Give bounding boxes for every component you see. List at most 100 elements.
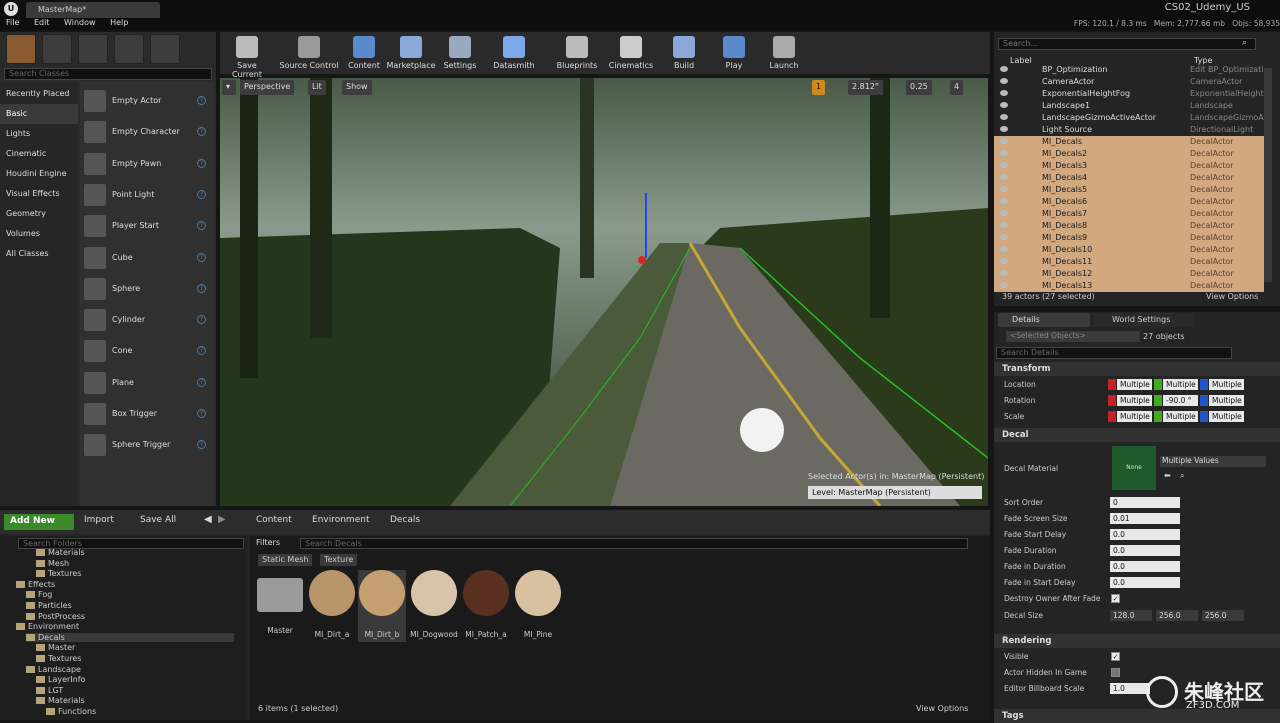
outliner-row[interactable]: LandscapeGizmoActiveActor LandscapeGizmoA… — [994, 112, 1268, 124]
details-search-input[interactable]: Search Details — [996, 347, 1232, 359]
selected-objects-dropdown[interactable]: <Selected Objects> — [1006, 331, 1140, 342]
outliner-row[interactable]: MI_Decals2 DecalActor — [994, 148, 1264, 160]
actor-hidden-checkbox[interactable] — [1111, 668, 1120, 677]
actor-item[interactable]: Sphere? — [80, 274, 214, 304]
back-arrow-icon[interactable]: ◀ — [204, 514, 212, 525]
build-button[interactable]: Build — [664, 34, 704, 72]
foliage-mode-icon[interactable] — [114, 34, 144, 64]
help-icon[interactable]: ? — [197, 221, 206, 231]
eye-icon[interactable] — [1000, 90, 1008, 96]
forward-arrow-icon[interactable]: ▶ — [218, 514, 226, 525]
outliner-row[interactable]: MI_Decals5 DecalActor — [994, 184, 1264, 196]
outliner-row[interactable]: MI_Decals3 DecalActor — [994, 160, 1264, 172]
eye-icon[interactable] — [1000, 282, 1008, 288]
folder-item[interactable]: PostProcess — [26, 612, 85, 621]
category-recently-placed[interactable]: Recently Placed — [0, 84, 78, 104]
outliner-row[interactable]: BP_Optimization Edit BP_Optimizati — [994, 64, 1264, 76]
help-icon[interactable]: ? — [197, 440, 206, 450]
folder-item[interactable]: Fog — [26, 590, 52, 599]
fade-duration-input[interactable]: 0.0 — [1110, 545, 1180, 556]
help-icon[interactable]: ? — [197, 315, 206, 325]
content-view-options[interactable]: View Options — [916, 704, 968, 713]
settings-button[interactable]: Settings — [438, 34, 482, 72]
folder-item[interactable]: Textures — [36, 654, 81, 663]
help-icon[interactable]: ? — [197, 377, 206, 387]
folder-item[interactable]: Master — [36, 643, 75, 652]
category-geometry[interactable]: Geometry — [0, 204, 78, 224]
asset-tile[interactable]: MI_Patch_a — [462, 570, 510, 642]
decal-size-y[interactable]: 256.0 — [1156, 610, 1198, 621]
location-z-input[interactable]: Multiple — [1209, 379, 1244, 390]
help-icon[interactable]: ? — [197, 346, 206, 356]
actor-item[interactable]: Empty Actor? — [80, 86, 214, 116]
outliner-row[interactable]: MI_Decals4 DecalActor — [994, 172, 1264, 184]
camera-speed-value[interactable]: 4 — [950, 80, 964, 95]
category-cinematic[interactable]: Cinematic — [0, 144, 78, 164]
geometry-mode-icon[interactable] — [150, 34, 180, 64]
rendering-section[interactable]: Rendering — [994, 634, 1280, 648]
rotation-snap-value[interactable]: 2.812° — [848, 80, 883, 95]
outliner-row[interactable]: MI_Decals DecalActor — [994, 136, 1264, 148]
location-y-input[interactable]: Multiple — [1163, 379, 1198, 390]
tab-world-settings[interactable]: World Settings — [1094, 313, 1194, 327]
asset-tile[interactable]: MI_Dirt_b — [358, 570, 406, 642]
show-button[interactable]: Show — [342, 80, 372, 95]
folder-item[interactable]: Decals — [26, 632, 234, 642]
eye-icon[interactable] — [1000, 210, 1008, 216]
transform-section[interactable]: Transform — [994, 362, 1280, 376]
use-selected-arrow-icon[interactable]: ⬅ — [1164, 471, 1171, 480]
eye-icon[interactable] — [1000, 126, 1008, 132]
scale-x-input[interactable]: Multiple — [1117, 411, 1152, 422]
filters-button[interactable]: Filters — [256, 538, 280, 547]
search-decals-input[interactable]: Search Decals — [300, 538, 968, 549]
blueprints-button[interactable]: Blueprints — [552, 34, 602, 72]
billboard-scale-input[interactable]: 1.0 — [1110, 683, 1150, 694]
eye-icon[interactable] — [1000, 66, 1008, 72]
outliner-row[interactable]: MI_Decals13 DecalActor — [994, 280, 1264, 292]
scale-label[interactable]: Scale — [1004, 412, 1024, 421]
menu-file[interactable]: File — [6, 18, 19, 27]
help-icon[interactable]: ? — [197, 252, 206, 262]
eye-icon[interactable] — [1000, 114, 1008, 120]
eye-icon[interactable] — [1000, 246, 1008, 252]
tags-section[interactable]: Tags — [994, 709, 1280, 723]
fade-start-delay-input[interactable]: 0.0 — [1110, 529, 1180, 540]
folder-item[interactable]: LayerInfo — [36, 675, 85, 684]
actor-item[interactable]: Sphere Trigger? — [80, 430, 214, 460]
menu-help[interactable]: Help — [110, 18, 128, 27]
folder-item[interactable]: Effects — [16, 580, 55, 589]
help-icon[interactable]: ? — [197, 189, 206, 199]
eye-icon[interactable] — [1000, 270, 1008, 276]
landscape-mode-icon[interactable] — [78, 34, 108, 64]
path-content[interactable]: Content — [256, 515, 292, 525]
folder-item[interactable]: Textures — [36, 569, 81, 578]
play-button[interactable]: Play — [714, 34, 754, 72]
rotation-z-input[interactable]: Multiple — [1209, 395, 1244, 406]
marketplace-button[interactable]: Marketplace — [386, 34, 436, 72]
import-button[interactable]: Import — [84, 515, 114, 525]
decal-size-x[interactable]: 128.0 — [1110, 610, 1152, 621]
map-tab[interactable]: MasterMap* — [26, 2, 160, 18]
folder-item[interactable]: Materials — [36, 548, 85, 557]
help-icon[interactable]: ? — [197, 283, 206, 293]
eye-icon[interactable] — [1000, 186, 1008, 192]
location-label[interactable]: Location — [1004, 380, 1036, 389]
menu-edit[interactable]: Edit — [34, 18, 50, 27]
category-volumes[interactable]: Volumes — [0, 224, 78, 244]
perspective-button[interactable]: Perspective — [240, 80, 295, 95]
search-classes-input[interactable]: Search Classes — [4, 68, 212, 80]
lit-button[interactable]: Lit — [308, 80, 326, 95]
outliner-row[interactable]: MI_Decals6 DecalActor — [994, 196, 1264, 208]
viewport-options-button[interactable]: ▾ — [222, 80, 236, 95]
decal-section[interactable]: Decal — [994, 428, 1280, 442]
outliner-search-input[interactable]: Search... — [998, 38, 1256, 50]
datasmith-button[interactable]: Datasmith — [488, 34, 540, 72]
eye-icon[interactable] — [1000, 234, 1008, 240]
menu-window[interactable]: Window — [64, 18, 96, 27]
outliner-row[interactable]: MI_Decals12 DecalActor — [994, 268, 1264, 280]
category-visual-effects[interactable]: Visual Effects — [0, 184, 78, 204]
actor-item[interactable]: Cube? — [80, 243, 214, 273]
content-button[interactable]: Content — [346, 34, 382, 72]
asset-tile[interactable]: MI_Pine — [514, 570, 562, 642]
actor-item[interactable]: Empty Pawn? — [80, 149, 214, 179]
